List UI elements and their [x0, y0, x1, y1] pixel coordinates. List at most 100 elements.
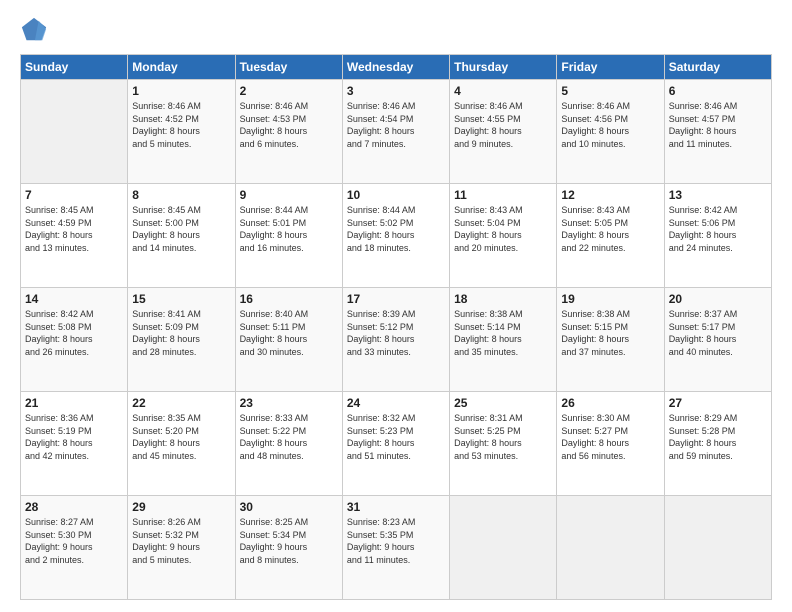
day-number: 13 [669, 188, 767, 202]
cell-w1-d4: 3Sunrise: 8:46 AM Sunset: 4:54 PM Daylig… [342, 80, 449, 184]
cell-w3-d1: 14Sunrise: 8:42 AM Sunset: 5:08 PM Dayli… [21, 288, 128, 392]
day-number: 9 [240, 188, 338, 202]
day-info: Sunrise: 8:37 AM Sunset: 5:17 PM Dayligh… [669, 308, 767, 358]
cell-w2-d7: 13 Sunrise: 8:42 AM Sunset: 5:06 PM Dayli… [664, 184, 771, 288]
day-number: 30 [240, 500, 338, 514]
cell-w5-d5 [450, 496, 557, 600]
day-number: 16 [240, 292, 338, 306]
cell-w1-d6: 5Sunrise: 8:46 AM Sunset: 4:56 PM Daylig… [557, 80, 664, 184]
cell-w1-d2: 1 Sunrise: 8:46 AM Sunset: 4:52 PM Daylig… [128, 80, 235, 184]
cell-w2-d3: 9 Sunrise: 8:44 AM Sunset: 5:01 PM Daylig… [235, 184, 342, 288]
calendar-table: SundayMondayTuesdayWednesdayThursdayFrid… [20, 54, 772, 600]
day-info: Sunrise: 8:25 AM Sunset: 5:34 PM Dayligh… [240, 516, 338, 566]
day-info: Sunrise: 8:40 AM Sunset: 5:11 PM Dayligh… [240, 308, 338, 358]
cell-w2-d5: 11 Sunrise: 8:43 AM Sunset: 5:04 PM Dayli… [450, 184, 557, 288]
cell-w5-d2: 29Sunrise: 8:26 AM Sunset: 5:32 PM Dayli… [128, 496, 235, 600]
week-row-1: 1 Sunrise: 8:46 AM Sunset: 4:52 PM Daylig… [21, 80, 772, 184]
day-number: 12 [561, 188, 659, 202]
day-number: 21 [25, 396, 123, 410]
day-number: 26 [561, 396, 659, 410]
cell-w5-d3: 30 Sunrise: 8:25 AM Sunset: 5:34 PM Dayli… [235, 496, 342, 600]
cell-w4-d2: 22 Sunrise: 8:35 AM Sunset: 5:20 PM Dayli… [128, 392, 235, 496]
day-info: Sunrise: 8:43 AM Sunset: 5:04 PM Dayligh… [454, 204, 552, 254]
day-number: 24 [347, 396, 445, 410]
day-info: Sunrise: 8:46 AM Sunset: 4:54 PM Dayligh… [347, 100, 445, 150]
day-info: Sunrise: 8:38 AM Sunset: 5:14 PM Dayligh… [454, 308, 552, 358]
day-info: Sunrise: 8:33 AM Sunset: 5:22 PM Dayligh… [240, 412, 338, 462]
day-info: Sunrise: 8:46 AM Sunset: 4:52 PM Dayligh… [132, 100, 230, 150]
page: SundayMondayTuesdayWednesdayThursdayFrid… [0, 0, 792, 612]
day-info: Sunrise: 8:46 AM Sunset: 4:57 PM Dayligh… [669, 100, 767, 150]
day-info: Sunrise: 8:45 AM Sunset: 4:59 PM Dayligh… [25, 204, 123, 254]
cell-w1-d3: 2 Sunrise: 8:46 AM Sunset: 4:53 PM Daylig… [235, 80, 342, 184]
cell-w2-d2: 8 Sunrise: 8:45 AM Sunset: 5:00 PM Daylig… [128, 184, 235, 288]
day-info: Sunrise: 8:36 AM Sunset: 5:19 PM Dayligh… [25, 412, 123, 462]
cell-w5-d7 [664, 496, 771, 600]
header-monday: Monday [128, 55, 235, 80]
day-number: 5 [561, 84, 659, 98]
week-row-4: 21 Sunrise: 8:36 AM Sunset: 5:19 PM Dayli… [21, 392, 772, 496]
day-number: 15 [132, 292, 230, 306]
header-sunday: Sunday [21, 55, 128, 80]
cell-w4-d6: 26 Sunrise: 8:30 AM Sunset: 5:27 PM Dayli… [557, 392, 664, 496]
day-info: Sunrise: 8:41 AM Sunset: 5:09 PM Dayligh… [132, 308, 230, 358]
calendar-body: 1 Sunrise: 8:46 AM Sunset: 4:52 PM Daylig… [21, 80, 772, 600]
day-number: 31 [347, 500, 445, 514]
day-number: 19 [561, 292, 659, 306]
calendar-header: SundayMondayTuesdayWednesdayThursdayFrid… [21, 55, 772, 80]
cell-w4-d7: 27 Sunrise: 8:29 AM Sunset: 5:28 PM Dayli… [664, 392, 771, 496]
cell-w4-d4: 24 Sunrise: 8:32 AM Sunset: 5:23 PM Dayli… [342, 392, 449, 496]
day-number: 25 [454, 396, 552, 410]
day-info: Sunrise: 8:44 AM Sunset: 5:02 PM Dayligh… [347, 204, 445, 254]
cell-w4-d1: 21 Sunrise: 8:36 AM Sunset: 5:19 PM Dayli… [21, 392, 128, 496]
day-info: Sunrise: 8:32 AM Sunset: 5:23 PM Dayligh… [347, 412, 445, 462]
cell-w5-d6 [557, 496, 664, 600]
header-saturday: Saturday [664, 55, 771, 80]
header-thursday: Thursday [450, 55, 557, 80]
cell-w5-d4: 31Sunrise: 8:23 AM Sunset: 5:35 PM Dayli… [342, 496, 449, 600]
day-info: Sunrise: 8:30 AM Sunset: 5:27 PM Dayligh… [561, 412, 659, 462]
day-info: Sunrise: 8:46 AM Sunset: 4:55 PM Dayligh… [454, 100, 552, 150]
day-number: 8 [132, 188, 230, 202]
day-number: 6 [669, 84, 767, 98]
day-info: Sunrise: 8:44 AM Sunset: 5:01 PM Dayligh… [240, 204, 338, 254]
header-friday: Friday [557, 55, 664, 80]
header-wednesday: Wednesday [342, 55, 449, 80]
day-info: Sunrise: 8:43 AM Sunset: 5:05 PM Dayligh… [561, 204, 659, 254]
day-number: 28 [25, 500, 123, 514]
day-number: 4 [454, 84, 552, 98]
day-info: Sunrise: 8:35 AM Sunset: 5:20 PM Dayligh… [132, 412, 230, 462]
cell-w3-d6: 19 Sunrise: 8:38 AM Sunset: 5:15 PM Dayli… [557, 288, 664, 392]
day-number: 1 [132, 84, 230, 98]
day-info: Sunrise: 8:39 AM Sunset: 5:12 PM Dayligh… [347, 308, 445, 358]
week-row-2: 7 Sunrise: 8:45 AM Sunset: 4:59 PM Daylig… [21, 184, 772, 288]
day-info: Sunrise: 8:42 AM Sunset: 5:08 PM Dayligh… [25, 308, 123, 358]
cell-w2-d4: 10 Sunrise: 8:44 AM Sunset: 5:02 PM Dayli… [342, 184, 449, 288]
day-number: 11 [454, 188, 552, 202]
cell-w5-d1: 28Sunrise: 8:27 AM Sunset: 5:30 PM Dayli… [21, 496, 128, 600]
day-info: Sunrise: 8:26 AM Sunset: 5:32 PM Dayligh… [132, 516, 230, 566]
cell-w1-d7: 6 Sunrise: 8:46 AM Sunset: 4:57 PM Daylig… [664, 80, 771, 184]
cell-w4-d5: 25Sunrise: 8:31 AM Sunset: 5:25 PM Dayli… [450, 392, 557, 496]
day-number: 27 [669, 396, 767, 410]
day-info: Sunrise: 8:29 AM Sunset: 5:28 PM Dayligh… [669, 412, 767, 462]
header-row: SundayMondayTuesdayWednesdayThursdayFrid… [21, 55, 772, 80]
cell-w4-d3: 23Sunrise: 8:33 AM Sunset: 5:22 PM Dayli… [235, 392, 342, 496]
day-info: Sunrise: 8:46 AM Sunset: 4:53 PM Dayligh… [240, 100, 338, 150]
day-number: 10 [347, 188, 445, 202]
cell-w3-d3: 16 Sunrise: 8:40 AM Sunset: 5:11 PM Dayli… [235, 288, 342, 392]
day-number: 22 [132, 396, 230, 410]
day-info: Sunrise: 8:42 AM Sunset: 5:06 PM Dayligh… [669, 204, 767, 254]
cell-w2-d1: 7 Sunrise: 8:45 AM Sunset: 4:59 PM Daylig… [21, 184, 128, 288]
day-number: 17 [347, 292, 445, 306]
cell-w3-d5: 18 Sunrise: 8:38 AM Sunset: 5:14 PM Dayli… [450, 288, 557, 392]
day-number: 7 [25, 188, 123, 202]
cell-w3-d7: 20Sunrise: 8:37 AM Sunset: 5:17 PM Dayli… [664, 288, 771, 392]
day-info: Sunrise: 8:45 AM Sunset: 5:00 PM Dayligh… [132, 204, 230, 254]
week-row-5: 28Sunrise: 8:27 AM Sunset: 5:30 PM Dayli… [21, 496, 772, 600]
day-number: 18 [454, 292, 552, 306]
day-info: Sunrise: 8:38 AM Sunset: 5:15 PM Dayligh… [561, 308, 659, 358]
week-row-3: 14Sunrise: 8:42 AM Sunset: 5:08 PM Dayli… [21, 288, 772, 392]
header [20, 16, 772, 44]
day-number: 2 [240, 84, 338, 98]
